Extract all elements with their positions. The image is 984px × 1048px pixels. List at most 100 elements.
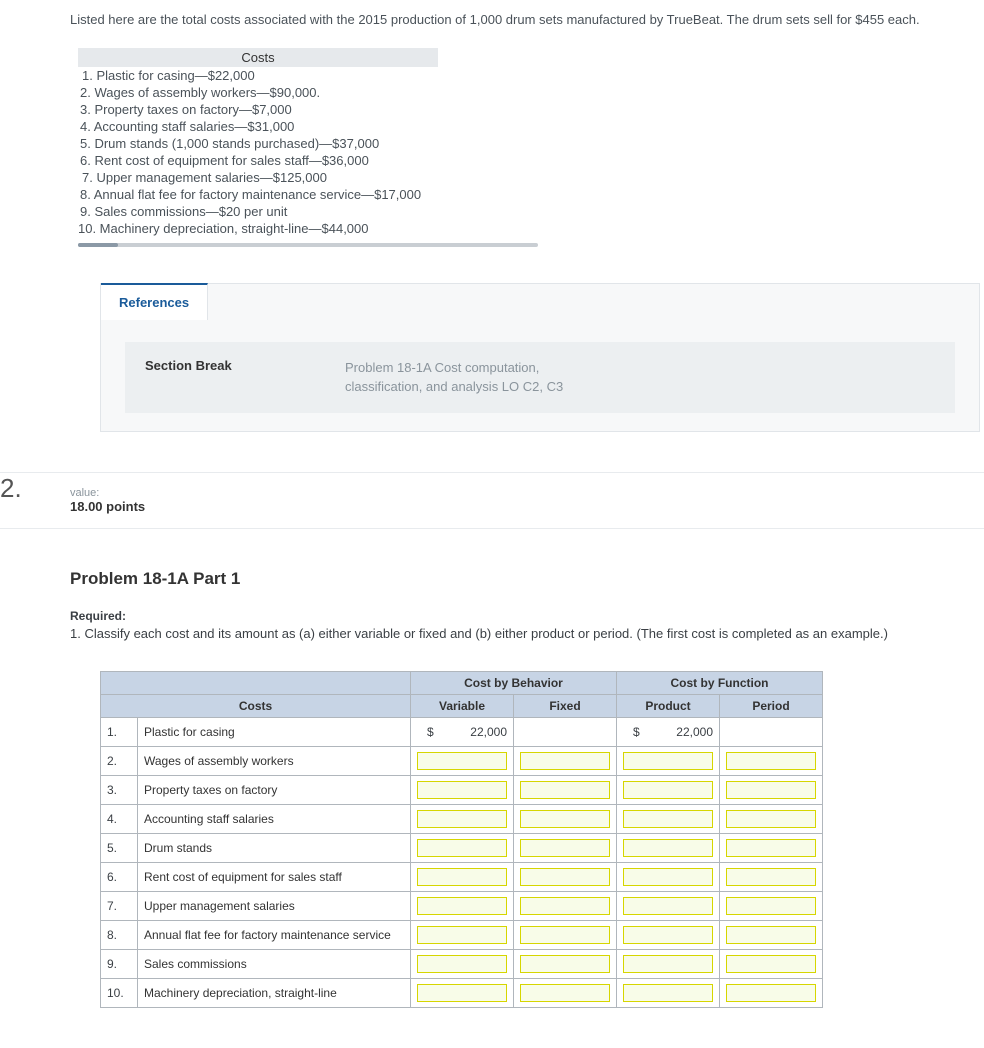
amount-cell-prod[interactable] bbox=[617, 833, 720, 862]
input-cell[interactable] bbox=[726, 810, 816, 828]
amount-cell-prod[interactable] bbox=[617, 891, 720, 920]
amount-cell-prod[interactable]: $22,000 bbox=[617, 717, 720, 746]
input-cell[interactable] bbox=[623, 752, 713, 770]
input-cell[interactable] bbox=[726, 781, 816, 799]
amount-cell-fixed[interactable] bbox=[514, 891, 617, 920]
cost-name: Sales commissions bbox=[138, 949, 411, 978]
references-tab[interactable]: References bbox=[101, 283, 208, 320]
amount-cell-fixed[interactable] bbox=[514, 775, 617, 804]
input-cell[interactable] bbox=[623, 984, 713, 1002]
amount-cell-var[interactable] bbox=[411, 891, 514, 920]
amount-cell-period[interactable] bbox=[720, 804, 823, 833]
costs-header: Costs bbox=[78, 48, 438, 67]
amount-cell-var[interactable] bbox=[411, 775, 514, 804]
input-cell[interactable] bbox=[417, 810, 507, 828]
cost-name: Plastic for casing bbox=[138, 717, 411, 746]
cost-item: 6. Rent cost of equipment for sales staf… bbox=[78, 152, 538, 169]
input-cell[interactable] bbox=[726, 926, 816, 944]
row-index: 5. bbox=[101, 833, 138, 862]
amount-cell-period[interactable] bbox=[720, 717, 823, 746]
input-cell[interactable] bbox=[726, 752, 816, 770]
input-cell[interactable] bbox=[417, 839, 507, 857]
amount-cell-fixed[interactable] bbox=[514, 949, 617, 978]
cost-name: Accounting staff salaries bbox=[138, 804, 411, 833]
amount-cell-var[interactable] bbox=[411, 949, 514, 978]
amount-cell-var[interactable] bbox=[411, 862, 514, 891]
input-cell[interactable] bbox=[726, 955, 816, 973]
input-cell[interactable] bbox=[417, 926, 507, 944]
input-cell[interactable] bbox=[623, 897, 713, 915]
amount-cell-fixed[interactable] bbox=[514, 920, 617, 949]
amount-cell-prod[interactable] bbox=[617, 804, 720, 833]
input-cell[interactable] bbox=[623, 839, 713, 857]
amount-cell-fixed[interactable] bbox=[514, 862, 617, 891]
row-index: 3. bbox=[101, 775, 138, 804]
amount-cell-period[interactable] bbox=[720, 746, 823, 775]
input-cell[interactable] bbox=[417, 897, 507, 915]
amount-cell-prod[interactable] bbox=[617, 978, 720, 1007]
amount-cell-prod[interactable] bbox=[617, 949, 720, 978]
input-cell[interactable] bbox=[520, 868, 610, 886]
amount-cell-prod[interactable] bbox=[617, 862, 720, 891]
amount-cell-var[interactable] bbox=[411, 746, 514, 775]
cost-name: Rent cost of equipment for sales staff bbox=[138, 862, 411, 891]
input-cell[interactable] bbox=[726, 839, 816, 857]
input-cell[interactable] bbox=[417, 868, 507, 886]
value-label: value: bbox=[70, 487, 984, 499]
input-cell[interactable] bbox=[623, 781, 713, 799]
amount-cell-fixed[interactable] bbox=[514, 804, 617, 833]
input-cell[interactable] bbox=[520, 752, 610, 770]
amount-cell-var[interactable] bbox=[411, 833, 514, 862]
cost-name: Wages of assembly workers bbox=[138, 746, 411, 775]
input-cell[interactable] bbox=[520, 810, 610, 828]
input-cell[interactable] bbox=[520, 984, 610, 1002]
input-cell[interactable] bbox=[417, 752, 507, 770]
table-row: 10.Machinery depreciation, straight-line bbox=[101, 978, 823, 1007]
amount-cell-prod[interactable] bbox=[617, 746, 720, 775]
input-cell[interactable] bbox=[623, 926, 713, 944]
row-index: 1. bbox=[101, 717, 138, 746]
input-cell[interactable] bbox=[520, 781, 610, 799]
input-cell[interactable] bbox=[417, 781, 507, 799]
cost-item: 10. Machinery depreciation, straight-lin… bbox=[78, 220, 538, 237]
cost-item: 9. Sales commissions—$20 per unit bbox=[78, 203, 538, 220]
row-index: 7. bbox=[101, 891, 138, 920]
amount-cell-period[interactable] bbox=[720, 862, 823, 891]
cost-name: Property taxes on factory bbox=[138, 775, 411, 804]
scrollbar-track bbox=[78, 243, 538, 247]
amount-cell-period[interactable] bbox=[720, 833, 823, 862]
table-row: 3.Property taxes on factory bbox=[101, 775, 823, 804]
amount-cell-fixed[interactable] bbox=[514, 717, 617, 746]
amount-cell-fixed[interactable] bbox=[514, 833, 617, 862]
scrollbar-thumb[interactable] bbox=[78, 243, 118, 247]
section-break-desc: Problem 18-1A Cost computation, classifi… bbox=[345, 358, 563, 397]
amount-cell-var[interactable] bbox=[411, 978, 514, 1007]
amount-cell-var[interactable] bbox=[411, 920, 514, 949]
cost-item: 3. Property taxes on factory—$7,000 bbox=[78, 101, 538, 118]
input-cell[interactable] bbox=[623, 810, 713, 828]
amount-cell-period[interactable] bbox=[720, 775, 823, 804]
input-cell[interactable] bbox=[726, 984, 816, 1002]
amount-cell-prod[interactable] bbox=[617, 775, 720, 804]
input-cell[interactable] bbox=[417, 984, 507, 1002]
input-cell[interactable] bbox=[623, 868, 713, 886]
input-cell[interactable] bbox=[417, 955, 507, 973]
amount-cell-period[interactable] bbox=[720, 949, 823, 978]
input-cell[interactable] bbox=[623, 955, 713, 973]
amount-cell-var[interactable] bbox=[411, 804, 514, 833]
input-cell[interactable] bbox=[520, 897, 610, 915]
cost-item: 8. Annual flat fee for factory maintenan… bbox=[78, 186, 538, 203]
amount-cell-period[interactable] bbox=[720, 891, 823, 920]
input-cell[interactable] bbox=[520, 839, 610, 857]
amount-cell-var[interactable]: $22,000 bbox=[411, 717, 514, 746]
amount-cell-period[interactable] bbox=[720, 920, 823, 949]
amount-cell-fixed[interactable] bbox=[514, 746, 617, 775]
amount-cell-fixed[interactable] bbox=[514, 978, 617, 1007]
amount-cell-period[interactable] bbox=[720, 978, 823, 1007]
input-cell[interactable] bbox=[520, 955, 610, 973]
amount-cell-prod[interactable] bbox=[617, 920, 720, 949]
input-cell[interactable] bbox=[726, 868, 816, 886]
input-cell[interactable] bbox=[726, 897, 816, 915]
input-cell[interactable] bbox=[520, 926, 610, 944]
cost-item: 1. Plastic for casing—$22,000 bbox=[78, 67, 538, 84]
